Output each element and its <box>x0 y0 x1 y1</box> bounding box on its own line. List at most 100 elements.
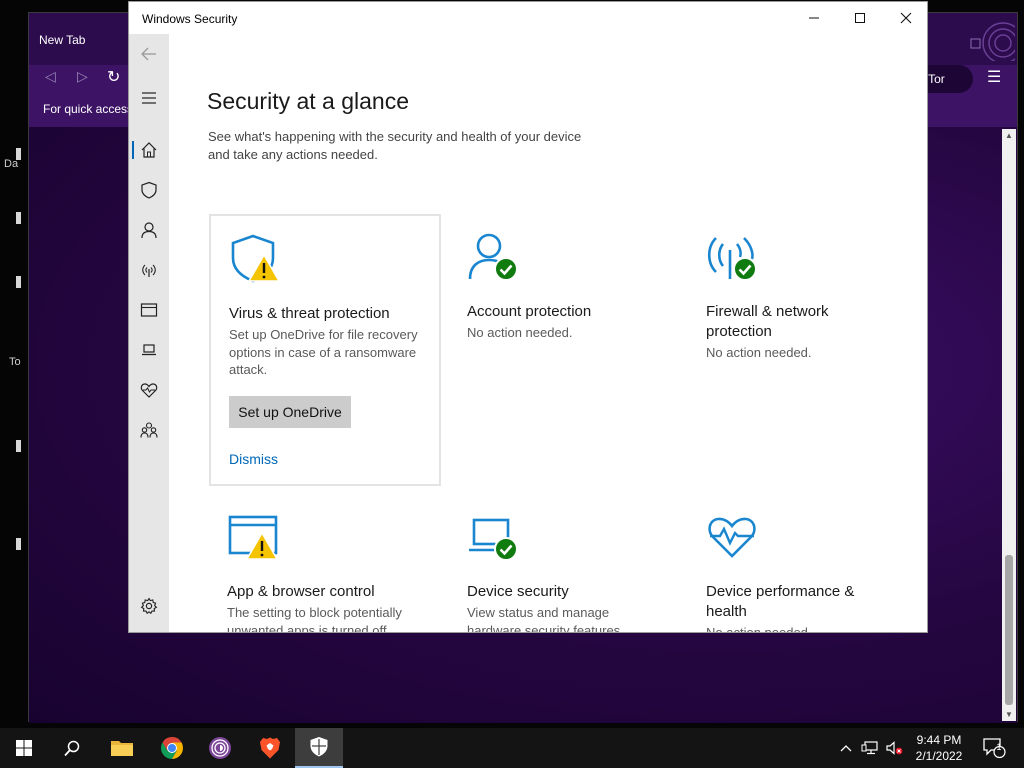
desc-line: View status and manage <box>467 605 610 620</box>
browser-scrollbar[interactable]: ▲ ▼ <box>1002 129 1016 721</box>
card-description: View status and manage hardware security… <box>467 604 667 632</box>
minimize-button[interactable] <box>791 2 837 34</box>
maximize-button[interactable] <box>837 2 883 34</box>
dismiss-link[interactable]: Dismiss <box>229 451 278 467</box>
search-button[interactable] <box>48 728 96 768</box>
card-title: Firewall & network protection <box>706 302 906 342</box>
desktop-icon-fragment[interactable] <box>16 276 21 288</box>
windows-logo-icon <box>16 740 32 756</box>
back-icon[interactable]: ◁ <box>45 68 56 85</box>
card-title: Virus & threat protection <box>229 305 390 322</box>
desc-line: Set up OneDrive for file recovery <box>229 327 418 342</box>
title-bar[interactable]: Windows Security <box>129 2 927 34</box>
back-arrow-icon <box>141 47 156 61</box>
maximize-icon <box>855 13 865 23</box>
shield-icon <box>141 181 157 199</box>
back-button[interactable] <box>129 36 169 72</box>
action-center-button[interactable]: 1 <box>980 738 1008 759</box>
heart-icon <box>140 383 158 398</box>
scroll-up-icon[interactable]: ▲ <box>1002 131 1016 140</box>
scrollbar-thumb[interactable] <box>1005 555 1013 705</box>
tor-rings-icon <box>970 22 1015 61</box>
sidebar-item-virus-protection[interactable] <box>129 172 169 208</box>
network-icon <box>142 264 156 277</box>
browser-tab[interactable]: New Tab <box>39 33 85 47</box>
title-line: Device performance & <box>706 583 855 600</box>
hamburger-icon <box>142 92 156 104</box>
network-ok-icon <box>707 237 757 281</box>
chrome-icon <box>161 737 183 759</box>
desktop-icon-label: To <box>9 356 21 368</box>
laptop-ok-icon <box>469 518 518 561</box>
close-icon <box>900 12 912 24</box>
sidebar-item-device-performance[interactable] <box>129 372 169 408</box>
minimize-icon <box>809 17 819 19</box>
settings-icon <box>140 597 158 615</box>
active-indicator <box>132 141 134 159</box>
home-icon <box>141 142 157 158</box>
account-ok-icon <box>468 233 518 281</box>
subtitle-line: and take any actions needed. <box>208 147 378 162</box>
title-line: Firewall & network <box>706 303 829 320</box>
card-description: Set up OneDrive for file recovery option… <box>229 326 429 379</box>
setup-onedrive-button[interactable]: Set up OneDrive <box>229 396 351 428</box>
sidebar-item-settings[interactable] <box>129 588 169 624</box>
app-browser-warning-icon <box>228 515 279 560</box>
clock-date: 2/1/2022 <box>915 749 963 763</box>
sidebar-item-firewall[interactable] <box>129 252 169 288</box>
card-description: No action needed. <box>706 625 812 633</box>
taskbar-tor-browser[interactable] <box>196 728 244 768</box>
taskbar-windows-security[interactable] <box>295 728 343 768</box>
family-icon <box>140 422 158 438</box>
scroll-down-icon[interactable]: ▼ <box>1002 710 1016 719</box>
taskbar-brave[interactable] <box>246 728 294 768</box>
start-button[interactable] <box>0 728 48 768</box>
desc-line: attack. <box>229 362 268 377</box>
close-button[interactable] <box>883 2 927 34</box>
menu-button[interactable] <box>129 80 169 116</box>
card-description: No action needed. <box>706 345 812 360</box>
sidebar-item-home[interactable] <box>129 132 169 168</box>
card-app-browser[interactable]: App & browser control The setting to blo… <box>209 494 441 633</box>
volume-tray-button[interactable] <box>884 738 904 758</box>
forward-icon[interactable]: ▷ <box>77 68 88 85</box>
desc-line: unwanted apps is turned off. <box>227 622 391 633</box>
app-browser-icon <box>140 303 158 317</box>
desktop-icon-fragment[interactable] <box>16 538 21 550</box>
hamburger-menu-icon[interactable]: ☰ <box>987 67 1001 87</box>
main-content: Security at a glance See what's happenin… <box>169 34 927 633</box>
card-title: Device performance & health <box>706 582 906 622</box>
account-icon <box>141 222 157 239</box>
sidebar-item-app-browser[interactable] <box>129 292 169 328</box>
card-firewall-network[interactable]: Firewall & network protection No action … <box>688 214 920 486</box>
title-line: health <box>706 603 747 620</box>
subtitle-line: See what's happening with the security a… <box>208 129 582 144</box>
desc-line: options in case of a ransomware <box>229 344 417 360</box>
sidebar-item-family-options[interactable] <box>129 412 169 448</box>
chevron-up-icon <box>840 745 852 752</box>
windows-security-window: Windows Security Security at a glance Se… <box>128 1 928 633</box>
reload-icon[interactable]: ↻ <box>107 67 120 87</box>
sidebar-item-device-security[interactable] <box>129 332 169 368</box>
taskbar-clock[interactable]: 9:44 PM 2/1/2022 <box>906 732 972 764</box>
sidebar-item-account[interactable] <box>129 212 169 248</box>
network-tray-button[interactable] <box>860 738 880 758</box>
desktop-icon-fragment[interactable] <box>16 212 21 224</box>
card-virus-threat[interactable]: Virus & threat protection Set up OneDriv… <box>209 214 441 486</box>
desktop-icon-fragment[interactable] <box>16 440 21 452</box>
device-icon <box>142 344 156 356</box>
notification-count: 1 <box>996 742 1002 752</box>
taskbar-chrome[interactable] <box>148 728 196 768</box>
card-device-security[interactable]: Device security View status and manage h… <box>449 494 681 632</box>
card-title: Account protection <box>467 303 592 320</box>
page-subtitle: See what's happening with the security a… <box>208 128 608 164</box>
security-shield-icon <box>310 737 328 757</box>
brave-icon <box>260 737 280 759</box>
shield-warning-icon <box>231 234 281 283</box>
desc-line: The setting to block potentially <box>227 605 402 620</box>
card-device-performance[interactable]: Device performance & health No action ne… <box>688 494 920 633</box>
card-account-protection[interactable]: Account protection No action needed. <box>449 214 681 486</box>
search-icon <box>64 740 80 757</box>
show-hidden-icons-button[interactable] <box>838 738 854 758</box>
taskbar-file-explorer[interactable] <box>98 728 146 768</box>
